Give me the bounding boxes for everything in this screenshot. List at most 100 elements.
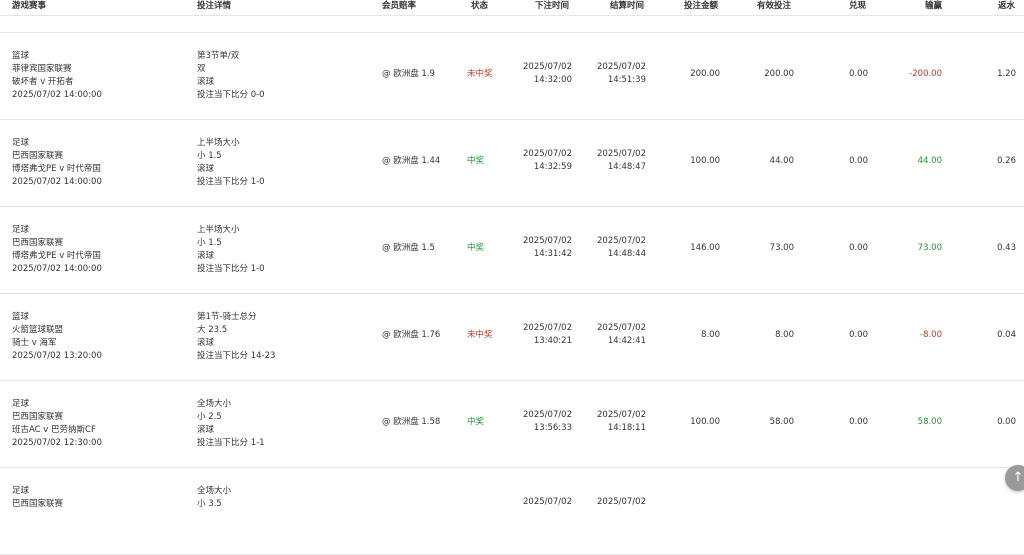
pick-label: 小 2.5 <box>197 412 222 422</box>
status-cell: 未中奖 <box>467 329 493 342</box>
header-status: 状态 <box>471 1 489 11</box>
amount-cell: 100.00 <box>690 155 720 168</box>
sport-label: 足球 <box>12 486 30 496</box>
amount-cell: 8.00 <box>701 329 720 342</box>
sport-label: 足球 <box>12 399 30 409</box>
bet-clock: 13:56:33 <box>533 423 572 433</box>
detail-cell: 上半场大小小 1.5 滚球 投注当下比分 1-0 <box>197 224 265 276</box>
amount-cell: 200.00 <box>690 68 720 81</box>
valid-cell: 44.00 <box>770 155 794 168</box>
odds-value: @ 欧洲盘 1.5 <box>382 243 435 253</box>
settle-date: 2025/07/02 <box>597 149 646 159</box>
rebate-value: 0.26 <box>997 156 1016 166</box>
bet-time-cell: 2025/07/02 <box>523 496 572 509</box>
winloss-cell: 58.00 <box>918 416 942 429</box>
bet-time-cell: 2025/07/02 13:56:33 <box>523 409 572 435</box>
event-cell: 足球 巴西国家联赛 博塔弗戈PE v 时代帝国 2025/07/02 14:00:00 <box>12 224 102 276</box>
detail-cell: 上半场大小小 1.5 滚球 投注当下比分 1-0 <box>197 137 265 189</box>
odds-value: @ 欧洲盘 1.9 <box>382 69 435 79</box>
amount-value: 146.00 <box>690 243 720 253</box>
league-label: 巴西国家联赛 <box>12 151 64 161</box>
table-row: 篮球 火箭篮球联盟 骑士 v 海军 2025/07/02 13:20:00 第1节-骑士… <box>0 294 1024 381</box>
league-label: 巴西国家联赛 <box>12 499 64 509</box>
table-row: 足球 巴西国家联赛 博塔弗戈PE v 时代帝国 2025/07/02 14:00:00… <box>0 120 1024 207</box>
bet-date: 2025/07/02 <box>523 323 572 333</box>
valid-value: 73.00 <box>769 243 794 253</box>
pick-label: 大 23.5 <box>197 325 228 335</box>
odds-cell: @ 欧洲盘 1.5 <box>382 242 435 255</box>
cashout-value: 0.00 <box>849 69 868 79</box>
amount-value: 8.00 <box>701 330 720 340</box>
table-row: 足球 巴西国家联赛 班古AC v 巴劳纳斯CF 2025/07/02 12:30:00… <box>0 381 1024 468</box>
sport-label: 足球 <box>12 138 30 148</box>
bet-time-cell: 2025/07/02 14:32:00 <box>523 61 572 87</box>
header-amount: 投注金额 <box>684 1 719 11</box>
valid-value: 58.00 <box>769 417 794 427</box>
cashout-cell: 0.00 <box>849 155 868 168</box>
header-bet-time: 下注时间 <box>535 1 570 11</box>
settle-time-cell: 2025/07/02 14:51:39 <box>597 61 646 87</box>
match-label: 骑士 v 海军 <box>12 338 57 348</box>
start-time: 2025/07/02 14:00:00 <box>12 264 102 274</box>
amount-value: 100.00 <box>690 156 720 166</box>
event-cell: 足球 巴西国家联赛 <box>12 485 63 511</box>
start-time: 2025/07/02 14:00:00 <box>12 177 102 187</box>
status-cell: 中奖 <box>467 242 484 255</box>
start-time: 2025/07/02 13:20:00 <box>12 351 102 361</box>
settle-date: 2025/07/02 <box>597 323 646 333</box>
amount-cell: 100.00 <box>690 416 720 429</box>
valid-value: 8.00 <box>775 330 794 340</box>
detail-cell: 全场大小小 3.5 <box>197 485 231 511</box>
amount-value: 100.00 <box>690 417 720 427</box>
amount-value: 200.00 <box>690 69 720 79</box>
bet-date: 2025/07/02 <box>523 149 572 159</box>
rebate-cell: 1.20 <box>997 68 1016 81</box>
event-cell: 篮球 火箭篮球联盟 骑士 v 海军 2025/07/02 13:20:00 <box>12 311 102 363</box>
valid-cell: 73.00 <box>770 242 794 255</box>
header-detail: 投注详情 <box>197 1 232 11</box>
pick-label: 小 1.5 <box>197 151 222 161</box>
league-label: 巴西国家联赛 <box>12 238 64 248</box>
winloss-cell: -8.00 <box>920 329 942 342</box>
detail-cell: 第3节单/双双滚球 投注当下比分 0-0 <box>197 50 265 102</box>
settle-time-cell: 2025/07/02 14:48:47 <box>597 148 646 174</box>
winloss-cell: 73.00 <box>918 242 942 255</box>
table-row: 篮球 菲律宾国家联赛 破坏者 v 开拓者 2025/07/02 14:00:00 第3节… <box>0 33 1024 120</box>
header-event: 游戏赛事 <box>12 1 47 11</box>
status-badge: 中奖 <box>467 156 485 166</box>
scroll-to-top-button[interactable]: ↑ <box>1005 465 1024 491</box>
header-winloss: 输赢 <box>925 1 943 11</box>
cashout-cell: 0.00 <box>849 416 868 429</box>
rebate-cell: 0.43 <box>997 242 1016 255</box>
match-label: 破坏者 v 开拓者 <box>12 77 74 87</box>
start-time: 2025/07/02 12:30:00 <box>12 438 102 448</box>
settle-clock: 14:48:44 <box>607 249 646 259</box>
bet-clock: 14:32:59 <box>533 162 572 172</box>
bet-time-cell: 2025/07/02 14:32:59 <box>523 148 572 174</box>
status-badge: 未中奖 <box>467 330 493 340</box>
winloss-value: 58.00 <box>917 417 942 427</box>
settle-date: 2025/07/02 <box>597 497 646 507</box>
pick-label: 小 3.5 <box>197 499 222 509</box>
cashout-value: 0.00 <box>849 156 868 166</box>
valid-cell: 200.00 <box>764 68 794 81</box>
bet-type-label: 滚球 <box>197 251 215 261</box>
score-label: 投注当下比分 1-0 <box>197 264 265 274</box>
table-row: 足球 巴西国家联赛 博塔弗戈PE v 时代帝国 2025/07/02 14:00:00… <box>0 207 1024 294</box>
odds-cell: @ 欧洲盘 1.76 <box>382 329 440 342</box>
winloss-value: 73.00 <box>917 243 942 253</box>
pick-label: 双 <box>197 64 206 74</box>
bet-date: 2025/07/02 <box>523 410 572 420</box>
table-row: 足球巴西国家联赛 全场大小小 3.5 2025/07/02 2025/07/02 <box>0 468 1024 555</box>
event-cell: 篮球 菲律宾国家联赛 破坏者 v 开拓者 2025/07/02 14:00:00 <box>12 50 102 102</box>
league-label: 火箭篮球联盟 <box>12 325 64 335</box>
cashout-cell: 0.00 <box>849 68 868 81</box>
bet-type-label: 滚球 <box>197 338 215 348</box>
bet-clock: 14:31:42 <box>533 249 572 259</box>
bet-time-cell: 2025/07/02 13:40:21 <box>523 322 572 348</box>
settle-date: 2025/07/02 <box>597 410 646 420</box>
settle-time-cell: 2025/07/02 14:42:41 <box>597 322 646 348</box>
status-badge: 中奖 <box>467 243 485 253</box>
valid-cell: 58.00 <box>770 416 794 429</box>
bet-date: 2025/07/02 <box>523 236 572 246</box>
